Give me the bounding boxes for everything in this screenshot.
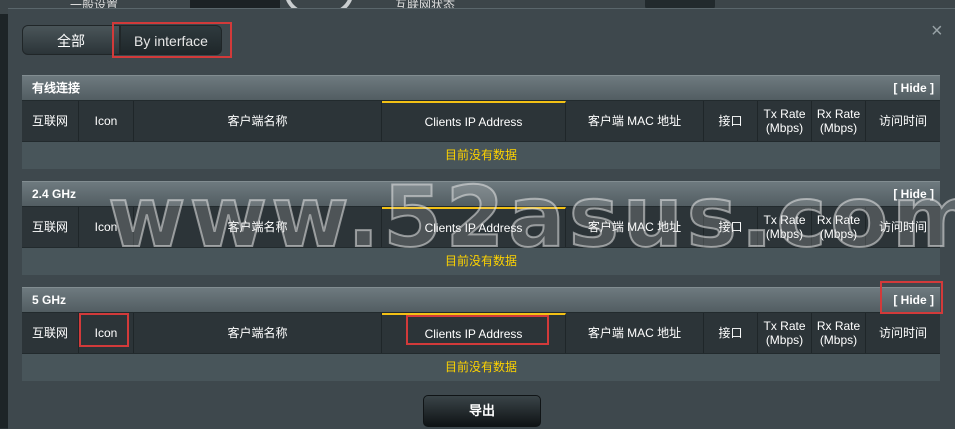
column-access-time[interactable]: 访问时间 [866,207,940,247]
view-tabs: 全部 By interface [22,25,222,55]
section-title: 2.4 GHz [32,187,77,201]
section-header: 5 GHz [ Hide ] [22,287,940,312]
export-button[interactable]: 导出 [423,395,541,427]
column-tx-rate[interactable]: Tx Rate (Mbps) [758,101,812,141]
section-5ghz: 5 GHz [ Hide ] 互联网 Icon 客户端名称 Clients IP… [22,287,940,381]
section-title: 有线连接 [32,81,81,95]
column-client-name[interactable]: 客户端名称 [134,313,382,353]
column-rx-rate[interactable]: Rx Rate (Mbps) [812,101,866,141]
table-header-row: 互联网 Icon 客户端名称 Clients IP Address 客户端 MA… [22,100,940,141]
column-interface[interactable]: 接口 [704,313,758,353]
column-rx-rate[interactable]: Rx Rate (Mbps) [812,207,866,247]
tab-by-interface[interactable]: By interface [120,25,222,55]
empty-message: 目前没有数据 [22,247,940,275]
tab-all[interactable]: 全部 [22,25,120,55]
section-header: 2.4 GHz [ Hide ] [22,181,940,206]
column-mac-address[interactable]: 客户端 MAC 地址 [566,207,704,247]
close-icon[interactable]: × [931,21,943,41]
column-access-time[interactable]: 访问时间 [866,101,940,141]
column-internet[interactable]: 互联网 [22,101,79,141]
column-client-name[interactable]: 客户端名称 [134,101,382,141]
column-rx-rate[interactable]: Rx Rate (Mbps) [812,313,866,353]
column-icon[interactable]: Icon [79,207,134,247]
section-2-4ghz: 2.4 GHz [ Hide ] 互联网 Icon 客户端名称 Clients … [22,181,940,275]
section-title: 5 GHz [32,293,67,307]
table-header-row: 互联网 Icon 客户端名称 Clients IP Address 客户端 MA… [22,206,940,247]
column-icon[interactable]: Icon [79,101,134,141]
column-internet[interactable]: 互联网 [22,313,79,353]
hide-button[interactable]: [ Hide ] [893,182,934,206]
empty-message: 目前没有数据 [22,141,940,169]
column-mac-address[interactable]: 客户端 MAC 地址 [566,313,704,353]
column-ip-address[interactable]: Clients IP Address [382,101,566,141]
hide-button[interactable]: [ Hide ] [893,76,934,100]
section-wired: 有线连接 [ Hide ] 互联网 Icon 客户端名称 Clients IP … [22,75,940,169]
column-access-time[interactable]: 访问时间 [866,313,940,353]
background-edge [0,14,8,428]
hide-button[interactable]: [ Hide ] [893,288,934,312]
empty-message: 目前没有数据 [22,353,940,381]
column-internet[interactable]: 互联网 [22,207,79,247]
table-header-row: 互联网 Icon 客户端名称 Clients IP Address 客户端 MA… [22,312,940,353]
column-ip-address[interactable]: Clients IP Address [382,207,566,247]
column-client-name[interactable]: 客户端名称 [134,207,382,247]
column-icon[interactable]: Icon [79,313,134,353]
column-tx-rate[interactable]: Tx Rate (Mbps) [758,207,812,247]
column-interface[interactable]: 接口 [704,101,758,141]
column-mac-address[interactable]: 客户端 MAC 地址 [566,101,704,141]
section-header: 有线连接 [ Hide ] [22,75,940,100]
column-tx-rate[interactable]: Tx Rate (Mbps) [758,313,812,353]
client-list-dialog: × 全部 By interface 有线连接 [ Hide ] 互联网 Icon… [8,8,955,429]
column-interface[interactable]: 接口 [704,207,758,247]
column-ip-address[interactable]: Clients IP Address [382,313,566,353]
